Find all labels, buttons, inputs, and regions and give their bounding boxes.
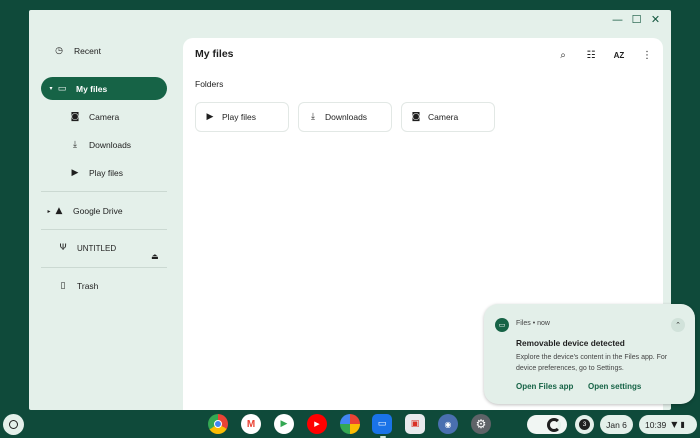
status-tray[interactable]: 10:39 ▼ ▮ xyxy=(639,415,697,434)
download-icon: ⤓ xyxy=(311,112,315,122)
play-store-icon[interactable]: ▶ xyxy=(274,414,294,434)
battery-icon: ▮ xyxy=(680,420,685,429)
notification-body: Explore the device's content in the File… xyxy=(516,354,668,372)
sidebar-divider xyxy=(41,191,167,192)
download-icon: ⤓ xyxy=(73,140,77,150)
clock-icon: ◷ xyxy=(55,46,63,56)
maximize-button[interactable]: ☐ xyxy=(627,10,646,28)
folder-camera[interactable]: ◙ Camera xyxy=(401,102,495,132)
launcher-button[interactable] xyxy=(3,414,24,435)
sidebar-item-label: Play files xyxy=(89,168,124,178)
folder-downloads[interactable]: ⤓ Downloads xyxy=(298,102,392,132)
notification-count-badge: 3 xyxy=(579,419,590,430)
list-view-icon[interactable]: ☷ xyxy=(583,47,599,63)
sidebar-item-recent[interactable]: ◷ Recent xyxy=(53,40,173,62)
sidebar-item-label: Google Drive xyxy=(73,206,123,216)
more-icon[interactable]: ⋮ xyxy=(639,47,655,63)
sidebar-item-untitled[interactable]: Ψ UNTITLED xyxy=(57,237,157,259)
sidebar-item-downloads[interactable]: ⤓ Downloads xyxy=(69,134,169,156)
date-label: Jan 6 xyxy=(606,419,627,430)
date-tray[interactable]: Jan 6 xyxy=(600,415,633,434)
notification-separator: • xyxy=(532,320,536,327)
close-button[interactable]: ✕ xyxy=(646,10,665,28)
gallery-icon[interactable]: ▣ xyxy=(405,414,425,434)
sidebar-item-trash[interactable]: ▯ Trash xyxy=(57,275,157,297)
youtube-icon[interactable]: ▶ xyxy=(307,414,327,434)
folder-label: Camera xyxy=(428,112,459,122)
camera-icon: ◙ xyxy=(70,112,80,122)
files-icon[interactable]: ▭ xyxy=(372,414,392,434)
sidebar-divider xyxy=(41,267,167,268)
sidebar-item-label: Recent xyxy=(74,46,101,56)
folder-play-files[interactable]: ▶ Play files xyxy=(195,102,289,132)
title-bar: — ☐ ✕ xyxy=(608,10,671,28)
notification-title: Removable device detected xyxy=(516,338,625,348)
launcher-icon xyxy=(9,420,18,429)
section-label-folders: Folders xyxy=(195,79,224,89)
expand-arrow-icon[interactable]: ▸ xyxy=(45,208,53,215)
folder-label: Play files xyxy=(222,112,257,122)
sidebar-item-play-files[interactable]: ▶ Play files xyxy=(69,162,169,184)
notification-counter[interactable]: 3 xyxy=(575,415,594,434)
sidebar-item-label: Downloads xyxy=(89,140,132,150)
play-icon: ▶ xyxy=(206,112,214,122)
camera-app-icon[interactable]: ◉ xyxy=(438,414,458,434)
collapse-icon[interactable]: ⌃ xyxy=(671,318,685,332)
sidebar-item-label: Camera xyxy=(89,112,120,122)
sidebar-divider xyxy=(41,229,167,230)
sidebar-item-google-drive[interactable]: ▸ ▲ Google Drive xyxy=(45,200,169,222)
sidebar-item-label: Trash xyxy=(77,281,99,291)
notification-popup[interactable]: ▭ Files • now ⌃ Removable device detecte… xyxy=(484,304,695,404)
folder-label: Downloads xyxy=(325,112,368,122)
photos-icon[interactable] xyxy=(340,414,360,434)
wifi-icon: ▼ xyxy=(671,420,678,429)
settings-icon[interactable]: ⚙ xyxy=(471,414,491,434)
trash-icon: ▯ xyxy=(60,281,66,291)
chrome-icon[interactable] xyxy=(208,414,228,434)
holding-space-tray[interactable] xyxy=(527,415,567,434)
shelf: M ▶ ▶ ▭ ▣ ◉ ⚙ 3 Jan 6 10:39 ▼ ▮ xyxy=(0,410,700,438)
open-settings-button[interactable]: Open settings xyxy=(588,382,641,391)
usb-icon: Ψ xyxy=(59,243,67,253)
eject-icon[interactable]: ⏏ xyxy=(151,252,159,261)
sidebar-item-label: UNTITLED xyxy=(77,243,117,253)
time-label: 10:39 xyxy=(645,419,667,430)
laptop-icon: ▭ xyxy=(57,83,67,94)
expand-arrow-icon[interactable]: ▾ xyxy=(46,85,56,92)
notification-app-name: Files xyxy=(516,320,531,327)
search-icon[interactable]: ⌕ xyxy=(555,47,571,63)
gmail-icon[interactable]: M xyxy=(241,414,261,434)
play-icon: ▶ xyxy=(71,168,79,178)
sidebar-item-label: My files xyxy=(76,83,108,94)
notification-source: Files • now xyxy=(516,320,550,327)
sidebar-item-my-files[interactable]: ▾ ▭ My files xyxy=(41,77,167,100)
notification-time: now xyxy=(537,320,550,327)
open-files-app-button[interactable]: Open Files app xyxy=(516,382,573,391)
files-app-icon: ▭ xyxy=(495,318,509,332)
sort-icon[interactable]: AZ xyxy=(611,47,627,63)
minimize-button[interactable]: — xyxy=(608,10,627,28)
page-title: My files xyxy=(195,48,234,60)
sidebar-item-camera[interactable]: ◙ Camera xyxy=(69,106,169,128)
camera-icon: ◙ xyxy=(411,112,421,122)
sidebar: ◷ Recent ▾ ▭ My files ◙ Camera ⤓ Downloa… xyxy=(29,28,182,410)
download-progress-icon xyxy=(547,417,561,432)
drive-icon: ▲ xyxy=(55,206,63,216)
